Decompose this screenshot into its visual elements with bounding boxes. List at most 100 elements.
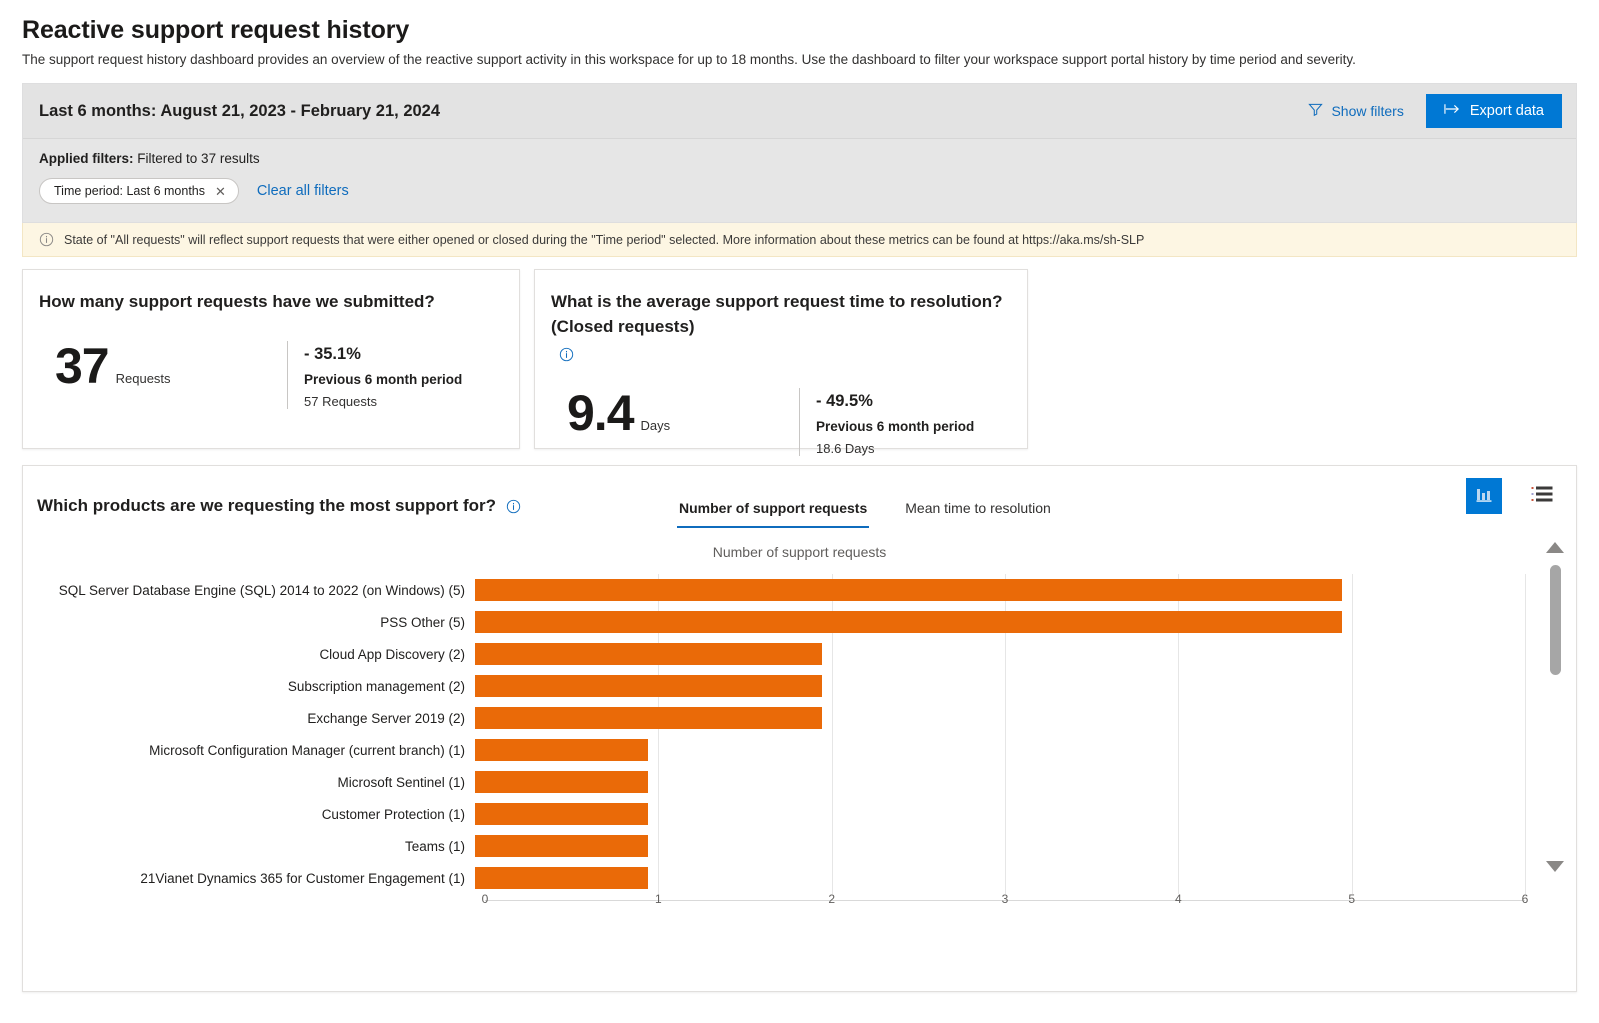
chart-x-tick: 4 xyxy=(1174,892,1182,907)
tab-mean-time-to-resolution[interactable]: Mean time to resolution xyxy=(903,500,1053,528)
chart-bar-label: Microsoft Sentinel (1) xyxy=(337,774,465,790)
chart-bar-track xyxy=(475,766,1515,798)
chart-x-axis: 0 1 2 3 4 5 6 xyxy=(482,884,1529,914)
kpi-title-text: How many support requests have we submit… xyxy=(39,292,435,312)
chart-bar-track xyxy=(475,670,1515,702)
products-chart-card: Which products are we requesting the mos… xyxy=(22,465,1577,993)
scroll-thumb[interactable] xyxy=(1549,565,1561,676)
chart-x-tick: 1 xyxy=(654,892,662,907)
chart-bar-label: Customer Protection (1) xyxy=(321,806,465,822)
dashboard-page: Reactive support request history The sup… xyxy=(0,0,1599,993)
applied-filters-summary: Applied filters: Filtered to 37 results xyxy=(39,151,1560,166)
tab-number-of-support-requests[interactable]: Number of support requests xyxy=(677,500,870,529)
chart-bar-row: Teams (1) xyxy=(23,830,1576,862)
applied-filters-count: Filtered to 37 results xyxy=(137,151,260,167)
kpi-title: How many support requests have we submit… xyxy=(39,290,497,315)
chart-plot-area: SQL Server Database Engine (SQL) 2014 to… xyxy=(23,574,1576,914)
kpi-previous-value: 57 Requests xyxy=(304,393,377,409)
chart-bar-track xyxy=(475,734,1515,766)
chart-x-tick: 5 xyxy=(1348,892,1355,907)
show-filters-button[interactable]: Show filters xyxy=(1298,96,1413,126)
chart-title: Which products are we requesting the mos… xyxy=(37,496,677,516)
page-description: The support request history dashboard pr… xyxy=(22,52,1356,67)
chart-bar[interactable] xyxy=(475,675,822,698)
kpi-unit: Requests xyxy=(115,370,171,386)
info-icon[interactable] xyxy=(559,347,574,362)
chart-bar-label: Cloud App Discovery (2) xyxy=(319,646,465,662)
kpi-comparison: - 35.1% Previous 6 month period 57 Reque… xyxy=(287,340,463,409)
kpi-card-resolution-time: What is the average support request time… xyxy=(534,269,1028,456)
kpi-main: 37 Requests xyxy=(39,341,287,391)
chart-bar-row: Microsoft Configuration Manager (current… xyxy=(23,734,1576,766)
info-icon xyxy=(39,232,54,247)
kpi-title: What is the average support request time… xyxy=(551,290,1005,361)
kpi-title-text: What is the average support request time… xyxy=(551,292,1003,336)
scroll-up-arrow[interactable] xyxy=(1546,542,1564,554)
chart-bar-label: Exchange Server 2019 (2) xyxy=(307,710,465,726)
chart-bar-track xyxy=(475,606,1515,638)
chart-axis-title: Number of support requests xyxy=(712,544,887,561)
export-data-button[interactable]: Export data xyxy=(1425,94,1562,129)
chart-bar-row: Cloud App Discovery (2) xyxy=(23,638,1576,670)
kpi-delta: - 49.5% xyxy=(816,391,873,410)
close-icon[interactable]: ✕ xyxy=(215,185,226,198)
chart-title-text: Which products are we requesting the mos… xyxy=(37,496,497,516)
chart-bar-label: 21Vianet Dynamics 365 for Customer Engag… xyxy=(140,870,465,886)
chart-view-button[interactable] xyxy=(1466,478,1502,515)
list-view-icon xyxy=(1531,486,1553,507)
filter-panel: Last 6 months: August 21, 2023 - Februar… xyxy=(22,83,1577,224)
chart-bar-row: Exchange Server 2019 (2) xyxy=(23,702,1576,734)
page-title: Reactive support request history xyxy=(22,16,410,44)
chart-bar[interactable] xyxy=(475,835,649,858)
filter-chip-time-period[interactable]: Time period: Last 6 months ✕ xyxy=(39,178,239,205)
chart-bar-row: Microsoft Sentinel (1) xyxy=(23,766,1576,798)
show-filters-label: Show filters xyxy=(1331,103,1404,120)
chart-bar[interactable] xyxy=(475,579,1342,602)
chart-bar-row: PSS Other (5) xyxy=(23,606,1576,638)
chart-bar[interactable] xyxy=(475,771,649,794)
kpi-unit: Days xyxy=(640,417,671,433)
chart-bar[interactable] xyxy=(475,739,649,762)
chart-bar-row: SQL Server Database Engine (SQL) 2014 to… xyxy=(23,574,1576,606)
chart-bar-label: PSS Other (5) xyxy=(380,614,465,630)
kpi-row: How many support requests have we submit… xyxy=(22,269,1577,456)
chart-bar-track xyxy=(475,830,1515,862)
chart-bar-label: Microsoft Configuration Manager (current… xyxy=(149,742,465,758)
applied-filters-row: Applied filters: Filtered to 37 results … xyxy=(23,139,1576,223)
chart-bar[interactable] xyxy=(475,803,649,826)
filter-bar: Last 6 months: August 21, 2023 - Februar… xyxy=(23,84,1576,140)
applied-filters-title: Applied filters: xyxy=(39,151,134,167)
kpi-main: 9.4 Days xyxy=(551,388,799,438)
chart-bar-track xyxy=(475,638,1515,670)
kpi-value: 37 xyxy=(55,337,110,394)
chart-bar-label: Teams (1) xyxy=(404,838,465,854)
export-data-label: Export data xyxy=(1469,103,1544,120)
chart-bar-track xyxy=(475,702,1515,734)
kpi-body: 9.4 Days - 49.5% Previous 6 month period… xyxy=(551,387,1005,456)
chart-x-tick: 6 xyxy=(1521,892,1529,907)
info-icon[interactable] xyxy=(506,499,521,514)
chart-bar-row: Subscription management (2) xyxy=(23,670,1576,702)
chart-bar-label: Subscription management (2) xyxy=(287,678,465,694)
kpi-previous-value: 18.6 Days xyxy=(816,440,875,456)
chart-bar-row: Customer Protection (1) xyxy=(23,798,1576,830)
chart-x-tick: 3 xyxy=(1001,892,1009,907)
table-view-button[interactable] xyxy=(1524,478,1560,514)
clear-all-filters-link[interactable]: Clear all filters xyxy=(257,183,349,199)
scroll-down-arrow[interactable] xyxy=(1546,861,1564,873)
chart-bar[interactable] xyxy=(475,643,822,666)
chart-bar[interactable] xyxy=(475,707,822,730)
chart-bar[interactable] xyxy=(475,611,1342,634)
chart-header: Which products are we requesting the mos… xyxy=(23,466,1576,529)
chart-bar-track xyxy=(475,798,1515,830)
kpi-card-requests: How many support requests have we submit… xyxy=(22,269,520,450)
bar-chart-icon xyxy=(1474,485,1494,508)
date-range-label: Last 6 months: August 21, 2023 - Februar… xyxy=(39,101,441,120)
chart-bars: SQL Server Database Engine (SQL) 2014 to… xyxy=(23,574,1576,890)
kpi-comparison: - 49.5% Previous 6 month period 18.6 Day… xyxy=(799,387,975,456)
kpi-period-label: Previous 6 month period xyxy=(304,371,463,387)
kpi-period-label: Previous 6 month period xyxy=(816,418,975,434)
filter-actions: Show filters Export data xyxy=(1298,94,1562,129)
chart-scrollbar[interactable] xyxy=(1544,542,1566,873)
filter-icon xyxy=(1308,102,1324,120)
